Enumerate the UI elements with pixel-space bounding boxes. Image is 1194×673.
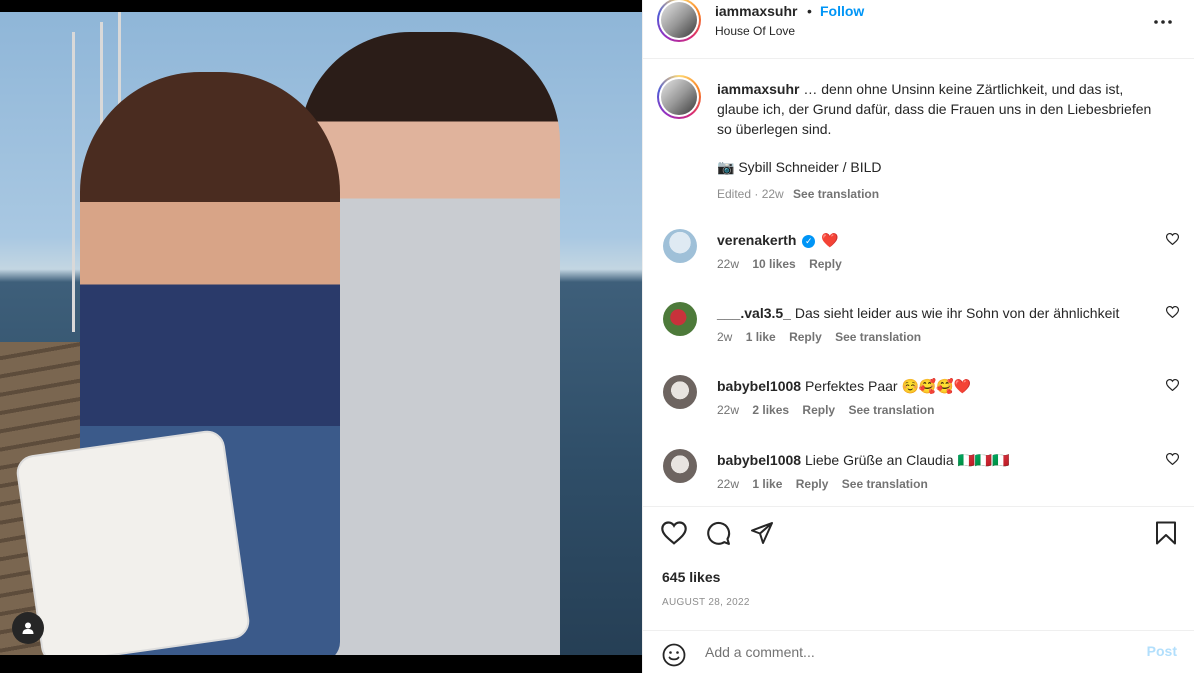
comment-item: babybel1008 Perfektes Paar ☺️🥰🥰❤️ 22w 2 … (643, 375, 1194, 435)
comment-likes[interactable]: 2 likes (752, 403, 789, 417)
photo-mast (72, 32, 75, 332)
post-photo[interactable] (0, 12, 642, 655)
bookmark-icon[interactable] (1155, 521, 1177, 545)
post-photo-pane (0, 0, 642, 673)
comment-meta: 22w 1 like Reply See translation (717, 477, 938, 491)
post-actions: 645 likes AUGUST 28, 2022 (643, 506, 1194, 630)
likes-count[interactable]: 645 likes (662, 569, 720, 585)
comment-username[interactable]: babybel1008 (717, 452, 801, 468)
caption-avatar[interactable] (657, 75, 701, 119)
comment-meta: 22w 10 likes Reply (717, 257, 852, 271)
verified-icon: ✓ (802, 234, 816, 248)
comment-likes[interactable]: 1 like (746, 330, 776, 344)
comments-section[interactable]: iammaxsuhr … denn ohne Unsinn keine Zärt… (643, 58, 1194, 506)
comment-reply-button[interactable]: Reply (789, 330, 822, 344)
comment-age: 22w (717, 257, 740, 271)
caption-edited-age: Edited · 22w (717, 187, 784, 201)
comment-body: verenakerth ✓ ❤️ (717, 231, 1157, 249)
comment-icon[interactable] (706, 521, 731, 546)
comment-text: Liebe Grüße an Claudia 🇮🇹🇮🇹🇮🇹 (804, 452, 1010, 468)
comment-username[interactable]: babybel1008 (717, 378, 801, 394)
more-icon (1154, 20, 1172, 24)
comment-meta: 2w 1 like Reply See translation (717, 330, 931, 344)
heart-icon[interactable] (661, 521, 687, 545)
emoji-icon[interactable] (662, 643, 686, 667)
comment-text: Das sieht leider aus wie ihr Sohn von de… (794, 305, 1120, 321)
caption-see-translation[interactable]: See translation (793, 187, 879, 201)
commenter-avatar[interactable] (663, 229, 697, 263)
comment-username[interactable]: ___.val3.5_ (717, 305, 791, 321)
author-avatar[interactable] (657, 0, 701, 42)
comment-text: ❤️ (821, 232, 839, 248)
post-comment-button[interactable]: Post (1147, 643, 1177, 659)
comment-like-icon[interactable] (1166, 306, 1179, 318)
comment-reply-button[interactable]: Reply (802, 403, 835, 417)
comment-reply-button[interactable]: Reply (796, 477, 829, 491)
comment-username[interactable]: verenakerth (717, 232, 796, 248)
post-header: iammaxsuhr • Follow House Of Love (643, 0, 1194, 44)
comment-age: 22w (717, 477, 740, 491)
comment-body: babybel1008 Perfektes Paar ☺️🥰🥰❤️ (717, 377, 1157, 395)
comment-meta: 22w 2 likes Reply See translation (717, 403, 944, 417)
caption-credit: 📷 Sybill Schneider / BILD (717, 159, 882, 175)
post-location[interactable]: House Of Love (715, 24, 795, 38)
comment-likes[interactable]: 1 like (752, 477, 782, 491)
comment-likes[interactable]: 10 likes (752, 257, 795, 271)
separator-dot: • (807, 3, 812, 19)
follow-button[interactable]: Follow (820, 3, 864, 19)
comment-like-icon[interactable] (1166, 379, 1179, 391)
add-comment-bar: Post (643, 630, 1194, 673)
comment-body: ___.val3.5_ Das sieht leider aus wie ihr… (717, 304, 1157, 322)
commenter-avatar[interactable] (663, 449, 697, 483)
user-tag-icon (22, 622, 34, 634)
comment-input[interactable] (705, 639, 1125, 665)
comment-text: Perfektes Paar ☺️🥰🥰❤️ (804, 378, 972, 394)
comment-age: 22w (717, 403, 740, 417)
caption-meta: Edited · 22w See translation (717, 187, 879, 201)
photo-bag (14, 428, 252, 655)
comment-see-translation[interactable]: See translation (835, 330, 921, 344)
caption-text: iammaxsuhr … denn ohne Unsinn keine Zärt… (717, 79, 1167, 139)
comment-like-icon[interactable] (1166, 233, 1179, 245)
caption-username[interactable]: iammaxsuhr (717, 81, 799, 97)
comment-item: verenakerth ✓ ❤️ 22w 10 likes Reply (643, 229, 1194, 289)
comment-age: 2w (717, 330, 733, 344)
post-date: AUGUST 28, 2022 (662, 597, 750, 608)
more-options-button[interactable] (1153, 8, 1173, 31)
comment-body: babybel1008 Liebe Grüße an Claudia 🇮🇹🇮🇹🇮… (717, 451, 1157, 469)
comment-item: babybel1008 Liebe Grüße an Claudia 🇮🇹🇮🇹🇮… (643, 449, 1194, 506)
commenter-avatar[interactable] (663, 302, 697, 336)
user-tag-button[interactable] (12, 612, 44, 644)
comment-see-translation[interactable]: See translation (842, 477, 928, 491)
post-side-panel: iammaxsuhr • Follow House Of Love iammax… (642, 0, 1194, 673)
commenter-avatar[interactable] (663, 375, 697, 409)
comment-reply-button[interactable]: Reply (809, 257, 842, 271)
share-icon[interactable] (750, 521, 774, 545)
comment-see-translation[interactable]: See translation (848, 403, 934, 417)
comment-like-icon[interactable] (1166, 453, 1179, 465)
author-username[interactable]: iammaxsuhr (715, 3, 797, 19)
comment-item: ___.val3.5_ Das sieht leider aus wie ihr… (643, 302, 1194, 362)
